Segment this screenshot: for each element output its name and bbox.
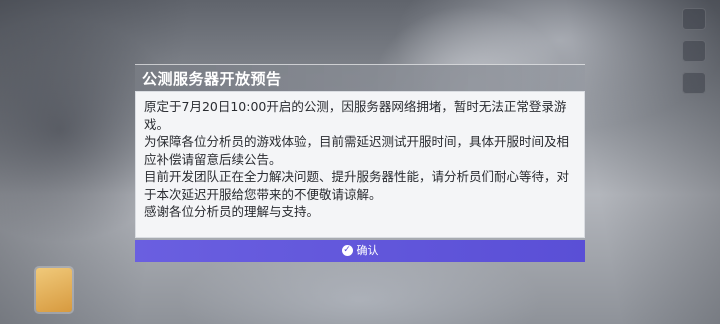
announcement-paragraph: 目前开发团队正在全力解决问题、提升服务器性能，请分析员们耐心等待，对于本次延迟开… bbox=[144, 169, 570, 202]
announcement-paragraph: 原定于7月20日10:00开启的公测，因服务器网络拥堵，暂时无法正常登录游戏。 bbox=[144, 99, 567, 132]
confirm-button[interactable]: ✓ 确认 bbox=[135, 240, 585, 262]
announcement-paragraph: 感谢各位分析员的理解与支持。 bbox=[144, 204, 320, 219]
corner-info-button[interactable] bbox=[682, 72, 706, 94]
confirm-label: 确认 bbox=[356, 244, 379, 257]
announcement-dialog: 公测服务器开放预告 原定于7月20日10:00开启的公测，因服务器网络拥堵，暂时… bbox=[135, 64, 585, 262]
corner-settings-button[interactable] bbox=[682, 40, 706, 62]
dialog-body: 原定于7月20日10:00开启的公测，因服务器网络拥堵，暂时无法正常登录游戏。 … bbox=[135, 91, 585, 238]
announcement-paragraph: 为保障各位分析员的游戏体验，目前需延迟测试开服时间，具体开服时间及相应补偿请留意… bbox=[144, 134, 570, 167]
dialog-title-bar: 公测服务器开放预告 bbox=[135, 64, 585, 91]
corner-menu-button[interactable] bbox=[682, 8, 706, 30]
check-circle-icon: ✓ bbox=[341, 244, 353, 256]
avatar[interactable] bbox=[36, 268, 72, 312]
dialog-title: 公测服务器开放预告 bbox=[142, 70, 282, 88]
